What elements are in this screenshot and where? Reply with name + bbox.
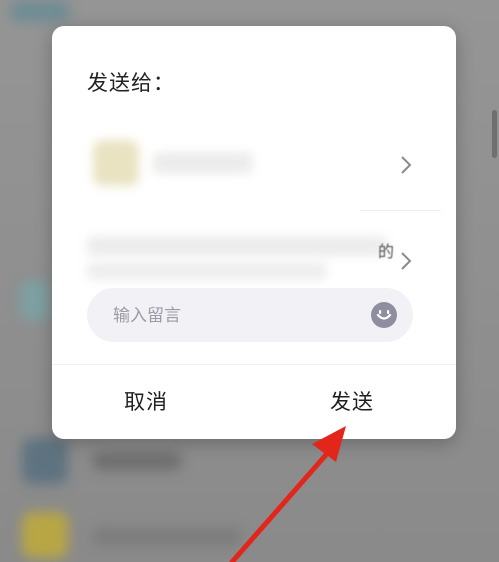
- message-input-container: [87, 288, 413, 342]
- dialog-title: 发送给：: [87, 71, 175, 95]
- background-avatar-blur: [22, 438, 68, 484]
- chevron-right-icon: [401, 252, 412, 270]
- chevron-right-icon: [401, 156, 412, 174]
- background-text-blur: [92, 452, 182, 470]
- send-button[interactable]: 发送: [330, 386, 374, 416]
- share-dialog: 发送给： 的 取消 发送: [52, 26, 456, 439]
- recipient-text-blurred: [87, 262, 327, 280]
- emoji-icon[interactable]: [370, 301, 398, 329]
- scrollbar[interactable]: [492, 110, 497, 158]
- background-blur: [10, 0, 70, 22]
- background-text-blur: [92, 528, 242, 546]
- divider: [52, 364, 456, 365]
- recipient-avatar: [93, 140, 139, 186]
- recipient-text-blurred: [87, 236, 387, 256]
- background-avatar-blur: [22, 512, 68, 558]
- recipient-item[interactable]: [87, 118, 456, 210]
- message-input[interactable]: [111, 302, 355, 330]
- recipient-name-blurred: [153, 152, 253, 174]
- recipient-residual-text: 的: [377, 242, 394, 261]
- background-blur: [20, 280, 50, 320]
- cancel-button[interactable]: 取消: [124, 386, 168, 416]
